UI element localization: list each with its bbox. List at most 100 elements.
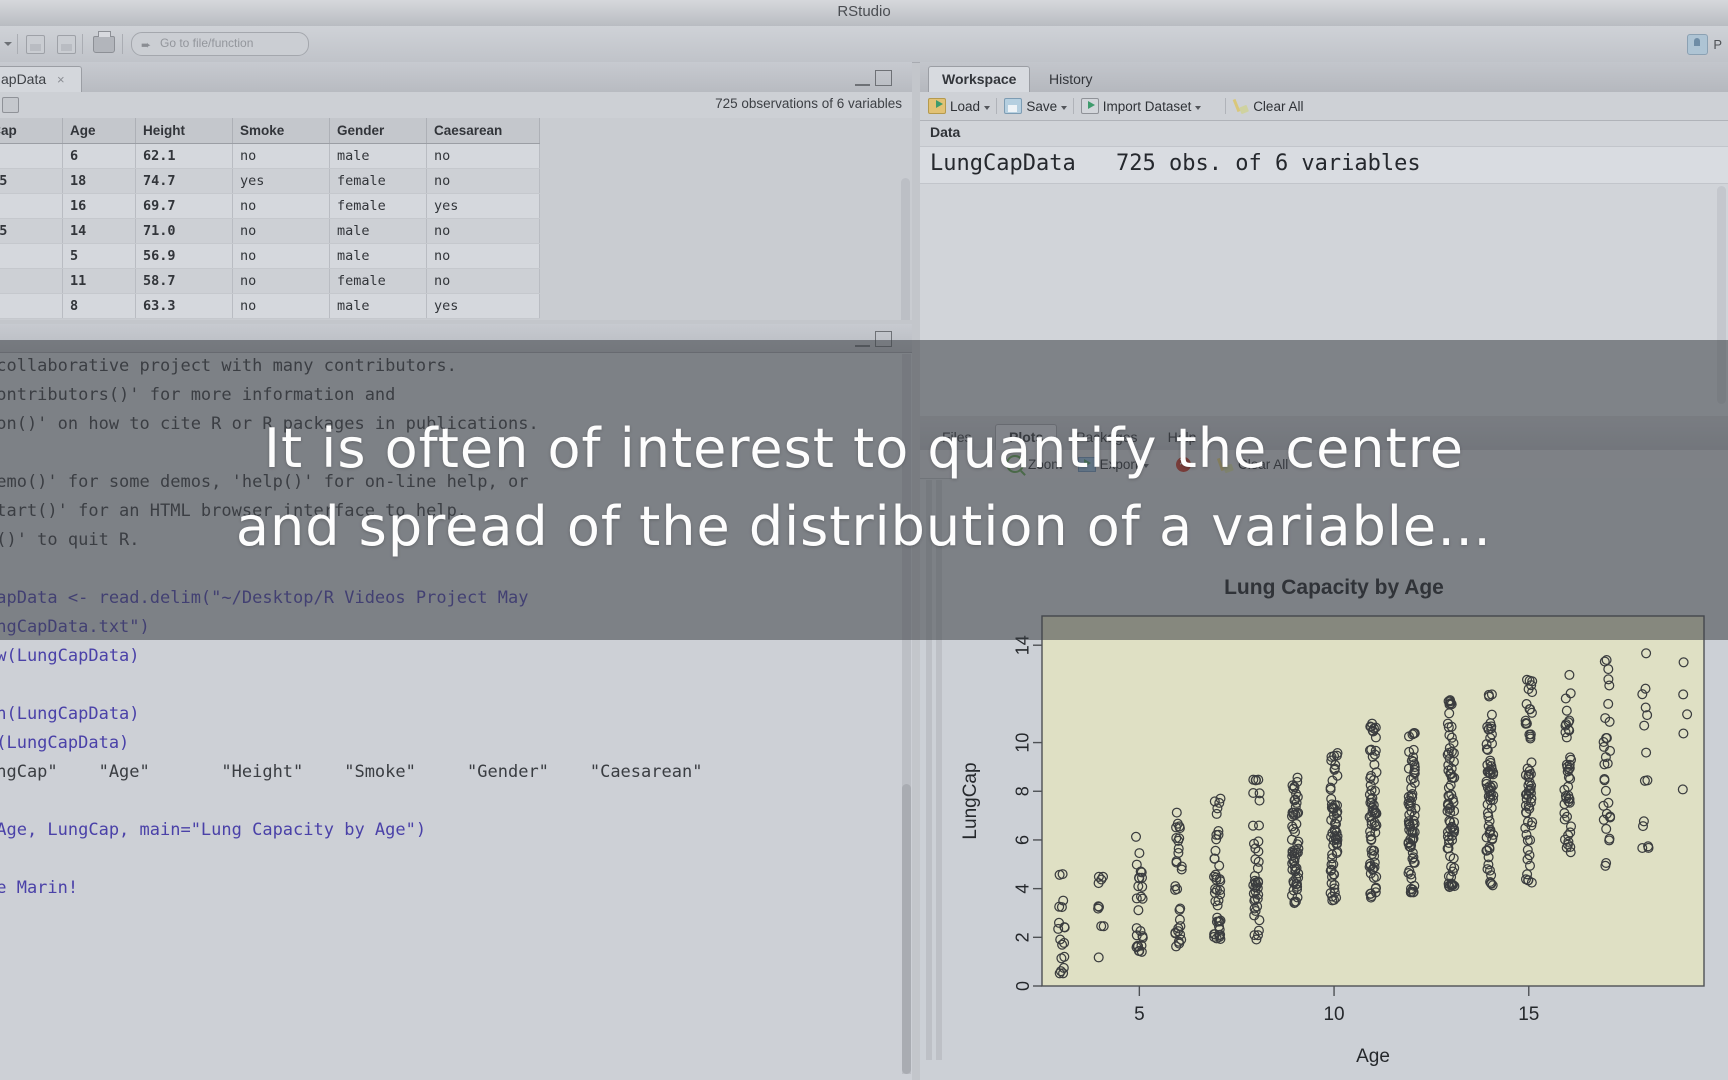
table-row[interactable]: 00556.9nomaleno [0,243,540,269]
tab-history[interactable]: History [1035,66,1107,94]
table-cell: yes [426,293,540,319]
x-tick-label: 15 [1518,1004,1539,1025]
data-table[interactable]: gCapAgeHeightSmokeGenderCaesarean 75662.… [0,118,912,320]
table-cell: 62.1 [135,143,233,169]
search-input[interactable]: ➨ Go to file/function [131,32,309,56]
window-title-bar: RStudio [0,0,1728,27]
table-cell: female [329,193,427,219]
maximize-pane-icon[interactable] [875,70,892,86]
chevron-down-icon[interactable] [984,105,991,110]
column-header-height[interactable]: Height [135,118,233,144]
y-tick-label: 0 [1013,981,1033,991]
table-cell: yes [232,168,330,194]
table-cell: no [426,243,540,269]
table-row[interactable]: 1251471.0nomaleno [0,218,540,244]
spreadsheet-icon[interactable] [2,97,19,113]
tab-workspace[interactable]: Workspace [928,66,1031,93]
observations-count: 725 observations of 6 variables [715,96,902,111]
data-viewer-pane: apData × 725 observations of 6 variables… [0,62,912,320]
table-cell: 00 [0,243,63,269]
scatter-chart: 024681014LungCap5 10 15Age [960,615,1705,1067]
table-cell: 125 [0,168,63,194]
console-scrollbar-thumb[interactable] [902,784,911,1074]
workspace-entry-description: 725 obs. of 6 variables [1116,151,1421,176]
console-line: s(LungCapData) [0,733,130,753]
y-tick-label: 6 [1013,835,1033,845]
source-tab-lungcapdata[interactable]: apData × [0,66,82,93]
column-header-smoke[interactable]: Smoke [232,118,330,144]
y-tick-label: 2 [1013,932,1033,942]
table-cell: 18 [62,168,136,194]
search-placeholder: Go to file/function [160,36,254,50]
table-cell: no [232,218,330,244]
project-menu[interactable]: P [1687,32,1722,56]
column-header-age[interactable]: Age [62,118,136,144]
load-button[interactable]: Load [928,96,991,116]
import-dataset-button[interactable]: Import Dataset [1080,96,1202,116]
workspace-entry-row[interactable]: LungCapData 725 obs. of 6 variables [920,146,1728,184]
toolbar-divider [82,34,83,54]
y-tick-label: 10 [1013,733,1033,753]
chevron-down-icon[interactable] [1195,105,1202,110]
table-cell: no [426,268,540,294]
table-cell: male [329,243,427,269]
toolbar-divider [1225,98,1227,114]
main-toolbar: ➨ Go to file/function P [0,26,1728,63]
broom-icon [1233,99,1249,113]
console-line: (Age, LungCap, main="Lung Capacity by Ag… [0,820,427,840]
table-cell: no [232,193,330,219]
print-icon[interactable] [93,31,115,53]
table-cell: no [232,243,330,269]
y-tick-label: 8 [1013,786,1033,796]
table-row[interactable]: 501669.7nofemaleyes [0,193,540,219]
save-all-icon[interactable] [57,35,76,54]
column-header-gender[interactable]: Gender [329,118,427,144]
table-row[interactable]: 50863.3nomaleyes [0,293,540,319]
table-cell: no [426,218,540,244]
workspace-toolbar: Load Save Import Dataset Clear All [920,92,1728,121]
table-row[interactable]: 251158.7nofemaleno [0,268,540,294]
toolbar-divider [996,98,998,114]
y-axis-label: LungCap [960,762,981,839]
caption-scrim [0,340,1728,640]
floppy-disk-icon [1004,98,1023,114]
column-header-caesarean[interactable]: Caesarean [426,118,540,144]
table-cell: yes [426,193,540,219]
console-line: ke Marin! [0,878,79,898]
save-icon[interactable] [26,35,45,54]
workspace-section-label: Data [930,124,961,140]
table-row[interactable]: 75662.1nomaleno [0,143,540,169]
close-icon[interactable]: × [57,72,65,87]
data-table-scrollbar[interactable] [901,178,910,320]
data-viewer-toolbar: 725 observations of 6 variables [0,92,912,119]
column-header-gcap[interactable]: gCap [0,118,63,144]
table-cell: 56.9 [135,243,233,269]
new-file-caret-icon[interactable] [4,42,12,46]
button-label: Load [950,98,981,114]
table-cell: 11 [62,268,136,294]
minimize-pane-icon[interactable] [855,72,870,86]
table-cell: 50 [0,293,63,319]
table-cell: no [232,268,330,294]
project-label: P [1713,36,1722,52]
save-button[interactable]: Save [1004,96,1068,116]
table-cell: 63.3 [135,293,233,319]
chevron-down-icon[interactable] [1061,105,1068,110]
table-cell: no [426,168,540,194]
folder-open-icon [928,98,946,114]
table-cell: 6 [62,143,136,169]
table-cell: 50 [0,193,63,219]
table-cell: 69.7 [135,193,233,219]
data-grid: gCapAgeHeightSmokeGenderCaesarean 75662.… [0,118,540,319]
table-cell: 16 [62,193,136,219]
table-cell: 58.7 [135,268,233,294]
clear-all-button[interactable]: Clear All [1233,96,1303,116]
console-line: ch(LungCapData) [0,704,140,724]
workspace-entry-name: LungCapData [930,151,1076,176]
table-cell: female [329,168,427,194]
table-row[interactable]: 1251874.7yesfemaleno [0,168,540,194]
table-cell: 5 [62,243,136,269]
table-cell: 25 [0,268,63,294]
